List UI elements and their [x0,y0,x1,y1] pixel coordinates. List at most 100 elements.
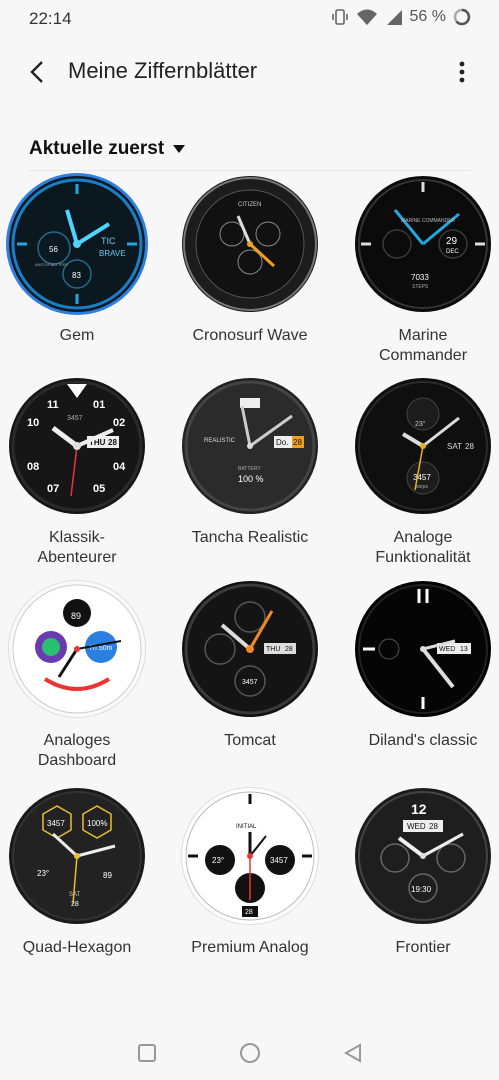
watchface-preview: THU 28 3457 [182,581,318,717]
system-nav-bar [0,1022,499,1080]
face-text: 28 [429,822,438,831]
watchface-preview: TIC BRAVE 56 83 WATCH BATTERY [9,176,145,312]
face-text: 3457 [413,473,431,482]
status-icons: 56 % [331,8,471,26]
watchface-tile-quad-hexagon[interactable]: 3457 100% 23° 89 SAT 28 Quad-Hexagon [0,788,160,958]
watchface-tile-frontier[interactable]: 12 WED 28 19:30 Frontier [340,788,499,958]
watchface-tile-dilands-classic[interactable]: WED 13 Diland's classic [340,581,499,751]
face-text: 23° [37,869,49,878]
watchface-name: Tancha Realistic [191,529,309,546]
battery-text: 56 % [409,8,446,25]
face-text: 08 [27,461,39,473]
face-text: 28 [293,438,302,447]
back-button[interactable] [20,54,56,90]
face-text: WED [407,822,426,831]
face-text: 19:30 [411,885,432,894]
watchface-name: Quad-Hexagon [22,939,132,956]
watchface-name: Analoge Funktionalität [375,529,471,566]
face-text: REALISTIC [204,438,236,444]
face-text: WED [439,646,455,653]
watchface-name: Cronosurf Wave [192,327,308,344]
triangle-back-icon [343,1043,361,1063]
watchface-preview: REALISTIC Do. 28 BATTERY 100 % [182,378,318,514]
more-options-button[interactable] [447,54,477,90]
watchface-tile-cronosurf-wave[interactable]: CITIZEN Cronosurf Wave [167,176,333,346]
recents-button[interactable] [134,1040,160,1066]
watchface-preview: 12 WED 28 19:30 [355,788,491,924]
sort-label: Aktuelle zuerst [29,138,165,159]
nav-back-button[interactable] [340,1040,366,1066]
face-text: 89 [71,611,81,621]
watchface-tile-analoges-dashboard[interactable]: 89 7h 50m Analoges Dashboard [0,581,160,771]
face-text: TIC [101,236,116,246]
face-text: 56 [49,245,58,254]
home-button[interactable] [237,1040,263,1066]
more-vertical-icon [459,61,465,83]
face-text: 23° [212,856,224,865]
watchface-preview: WED 13 [355,581,491,717]
face-text: 23° [415,420,426,428]
watchface-name: Klassik- Abenteurer [37,529,117,566]
face-text: STEPS [412,284,429,290]
page-title: Meine Ziffernblätter [68,58,258,83]
watchface-name: Tomcat [224,732,276,749]
face-text: 7033 [411,273,429,282]
signal-icon [385,8,403,26]
circle-icon [240,1043,260,1063]
watchface-tile-premium-analog[interactable]: INITIAL 23° 3457 28 Premium Analog [167,788,333,958]
vibrate-icon [331,8,349,26]
face-text: 12 [411,801,427,817]
face-text: BATTERY [238,466,261,472]
watchface-tile-gem[interactable]: TIC BRAVE 56 83 WATCH BATTERY Gem [0,176,160,346]
watchface-name: Marine Commander [378,327,468,364]
face-text: 04 [113,461,126,473]
status-bar: 22:14 56 % [0,0,499,38]
face-text: 05 [93,483,105,495]
face-text: 28 [465,442,474,451]
face-text: 3457 [242,679,258,686]
face-text: BRAVE [99,249,126,258]
face-text: DEC [446,249,459,255]
face-text: steps [416,484,428,490]
face-text: 13 [460,646,468,653]
face-text: 29 [446,236,458,247]
face-text: 3457 [67,415,83,422]
face-text: 3457 [270,856,288,865]
face-text: 01 [93,399,105,411]
face-text: 100 % [238,474,264,484]
watchface-preview: 23° SAT 28 3457 steps [355,378,491,514]
face-text: INITIAL [236,824,257,830]
sort-dropdown[interactable]: Aktuelle zuerst [29,138,186,160]
watchface-name: Analoges Dashboard [37,732,117,769]
watchface-tile-klassik-abenteurer[interactable]: 11 01 10 02 08 04 07 05 THU 28 3457 Klas… [0,378,160,568]
face-text: 02 [113,417,125,429]
face-text: 11 [47,399,59,411]
watchface-name: Diland's classic [368,732,478,749]
watchface-preview: 3457 100% 23° 89 SAT 28 [9,788,145,924]
face-text: 89 [103,871,112,880]
watchface-name: Frontier [395,939,451,956]
watchface-preview: 89 7h 50m [9,581,145,717]
face-text: SAT [447,442,462,451]
face-text: 28 [108,438,117,447]
watchface-tile-analoge-funktionalitaet[interactable]: 23° SAT 28 3457 steps Analoge Funktional… [340,378,499,568]
square-icon [138,1044,156,1062]
status-time: 22:14 [29,9,72,28]
face-text: CITIZEN [238,202,261,208]
chevron-left-icon [30,61,43,83]
caret-down-icon [173,145,186,153]
face-text: 100% [87,819,107,828]
face-text: WATCH BATTERY [35,262,69,267]
app-bar: Meine Ziffernblätter [0,40,499,104]
watchface-tile-tancha-realistic[interactable]: REALISTIC Do. 28 BATTERY 100 % Tancha Re… [167,378,333,548]
face-text: 10 [27,417,39,429]
watchface-preview: MARINE COMMANDER 29 DEC 7033 STEPS [355,176,491,312]
face-text: 28 [285,646,293,653]
watchface-name: Gem [59,327,95,344]
watchface-preview: CITIZEN [182,176,318,312]
face-text: 28 [71,901,79,908]
face-text: 83 [72,271,81,280]
face-text: Do. [276,438,288,447]
watchface-tile-tomcat[interactable]: THU 28 3457 Tomcat [167,581,333,751]
watchface-tile-marine-commander[interactable]: MARINE COMMANDER 29 DEC 7033 STEPS Marin… [340,176,499,366]
